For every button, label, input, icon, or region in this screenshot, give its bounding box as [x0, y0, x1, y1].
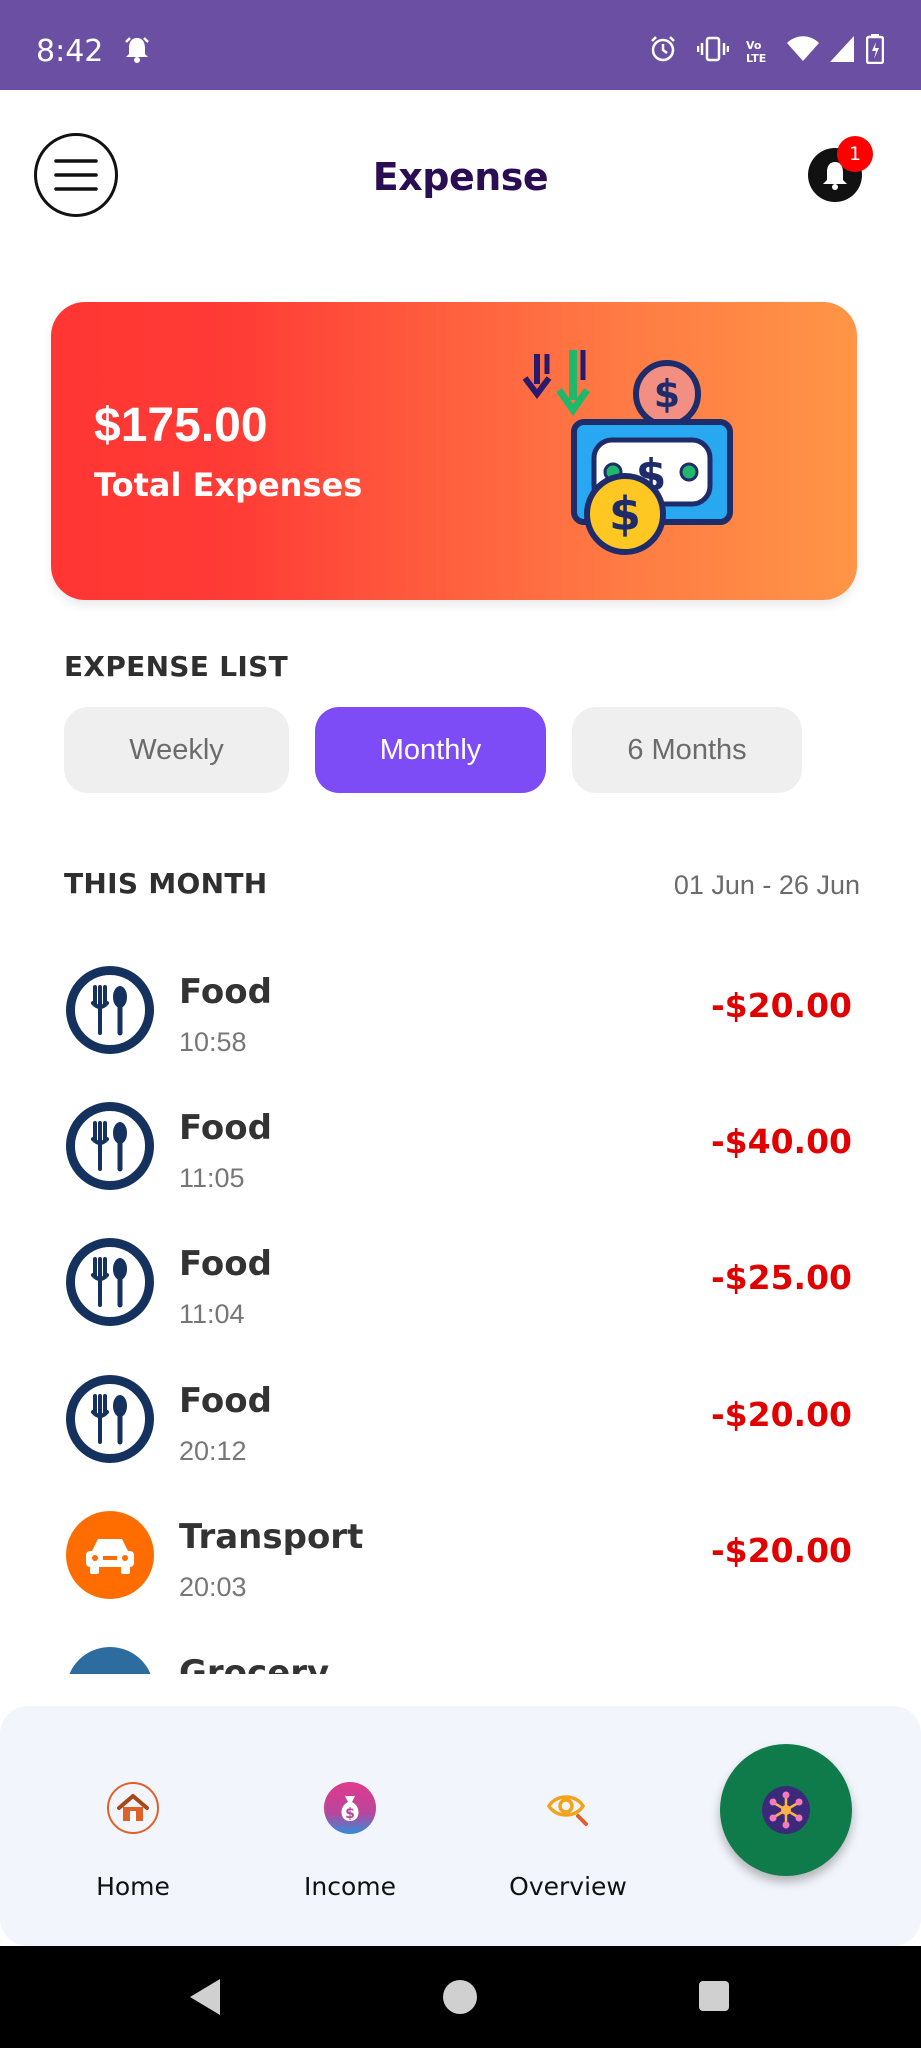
nav-income[interactable]: $ Income [275, 1782, 425, 1901]
back-icon[interactable] [186, 1976, 226, 2018]
home-circle-icon[interactable] [441, 1978, 479, 2016]
item-amount: -$25.00 [710, 1258, 852, 1297]
list-item[interactable]: Transport 20:03 -$20.00 [0, 1485, 921, 1615]
food-utensils-icon [66, 1102, 154, 1190]
total-label: Total Expenses [94, 466, 363, 504]
list-item[interactable]: Food 20:12 -$20.00 [0, 1349, 921, 1479]
money-bag-icon: $ [324, 1782, 376, 1834]
status-bar: 8:42 Vo LTE [0, 0, 921, 90]
grocery-icon [66, 1647, 154, 1674]
list-item[interactable]: Food 11:04 -$25.00 [0, 1212, 921, 1342]
volte-icon: Vo LTE [744, 38, 774, 69]
item-category: Food [179, 1108, 272, 1148]
item-time: 10:58 [179, 1027, 247, 1057]
tab-6-months[interactable]: 6 Months [572, 707, 802, 793]
home-icon [107, 1782, 159, 1834]
status-time: 8:42 [36, 34, 104, 69]
list-item[interactable]: Food 10:58 -$20.00 [0, 940, 921, 1070]
item-category: Grocery [179, 1653, 330, 1674]
item-time: 11:04 [179, 1299, 245, 1329]
tab-weekly[interactable]: Weekly [64, 707, 289, 793]
wifi-icon [786, 34, 820, 69]
svg-text:$: $ [609, 487, 641, 541]
money-down-icon: $ $ $ [517, 344, 737, 564]
notification-badge: 1 [837, 136, 873, 172]
item-amount: -$20.00 [710, 986, 852, 1025]
alarm-bell-icon [122, 34, 152, 69]
total-expenses-card: $175.00 Total Expenses $ $ $ [51, 302, 857, 600]
item-amount: -$40.00 [710, 1122, 852, 1161]
item-time: 20:12 [179, 1436, 247, 1466]
vibrate-icon [696, 34, 730, 69]
network-hub-icon [762, 1786, 810, 1834]
item-category: Food [179, 1381, 272, 1421]
food-utensils-icon [66, 1238, 154, 1326]
svg-text:LTE: LTE [746, 52, 766, 64]
signal-icon [828, 34, 856, 69]
item-category: Transport [179, 1517, 364, 1557]
app-header: Expense [0, 90, 921, 265]
date-range: 01 Jun - 26 Jun [673, 870, 860, 900]
list-item[interactable]: Food 11:05 -$40.00 [0, 1076, 921, 1206]
system-nav-bar [0, 1946, 921, 2048]
nav-overview[interactable]: Overview [493, 1782, 643, 1901]
item-time: 11:05 [179, 1163, 245, 1193]
eye-search-icon [542, 1782, 594, 1834]
period-heading: THIS MONTH [64, 867, 268, 900]
expense-list[interactable]: Food 10:58 -$20.00 Food 11:05 -$40.00 Fo… [0, 940, 921, 1674]
svg-text:$: $ [654, 372, 680, 416]
nav-income-label: Income [304, 1872, 396, 1901]
nav-overview-label: Overview [509, 1872, 627, 1901]
item-category: Food [179, 972, 272, 1012]
total-amount: $175.00 [94, 399, 268, 452]
svg-text:$: $ [345, 1806, 355, 1822]
food-utensils-icon [66, 1375, 154, 1463]
nav-home[interactable]: Home [58, 1782, 208, 1901]
food-utensils-icon [66, 966, 154, 1054]
fab-button[interactable] [720, 1744, 852, 1876]
tab-monthly[interactable]: Monthly [315, 707, 546, 793]
item-amount: -$20.00 [710, 1531, 852, 1570]
svg-text:Vo: Vo [746, 39, 762, 52]
list-item[interactable]: Grocery [0, 1621, 921, 1674]
alarm-clock-icon [648, 34, 678, 69]
nav-home-label: Home [96, 1872, 170, 1901]
battery-icon [865, 34, 885, 69]
page-title: Expense [372, 155, 549, 199]
item-time: 20:03 [179, 1572, 247, 1602]
item-category: Food [179, 1244, 272, 1284]
recents-icon[interactable] [697, 1979, 731, 2013]
car-icon [66, 1511, 154, 1599]
item-amount: -$20.00 [710, 1395, 852, 1434]
expense-list-heading: EXPENSE LIST [64, 650, 288, 683]
